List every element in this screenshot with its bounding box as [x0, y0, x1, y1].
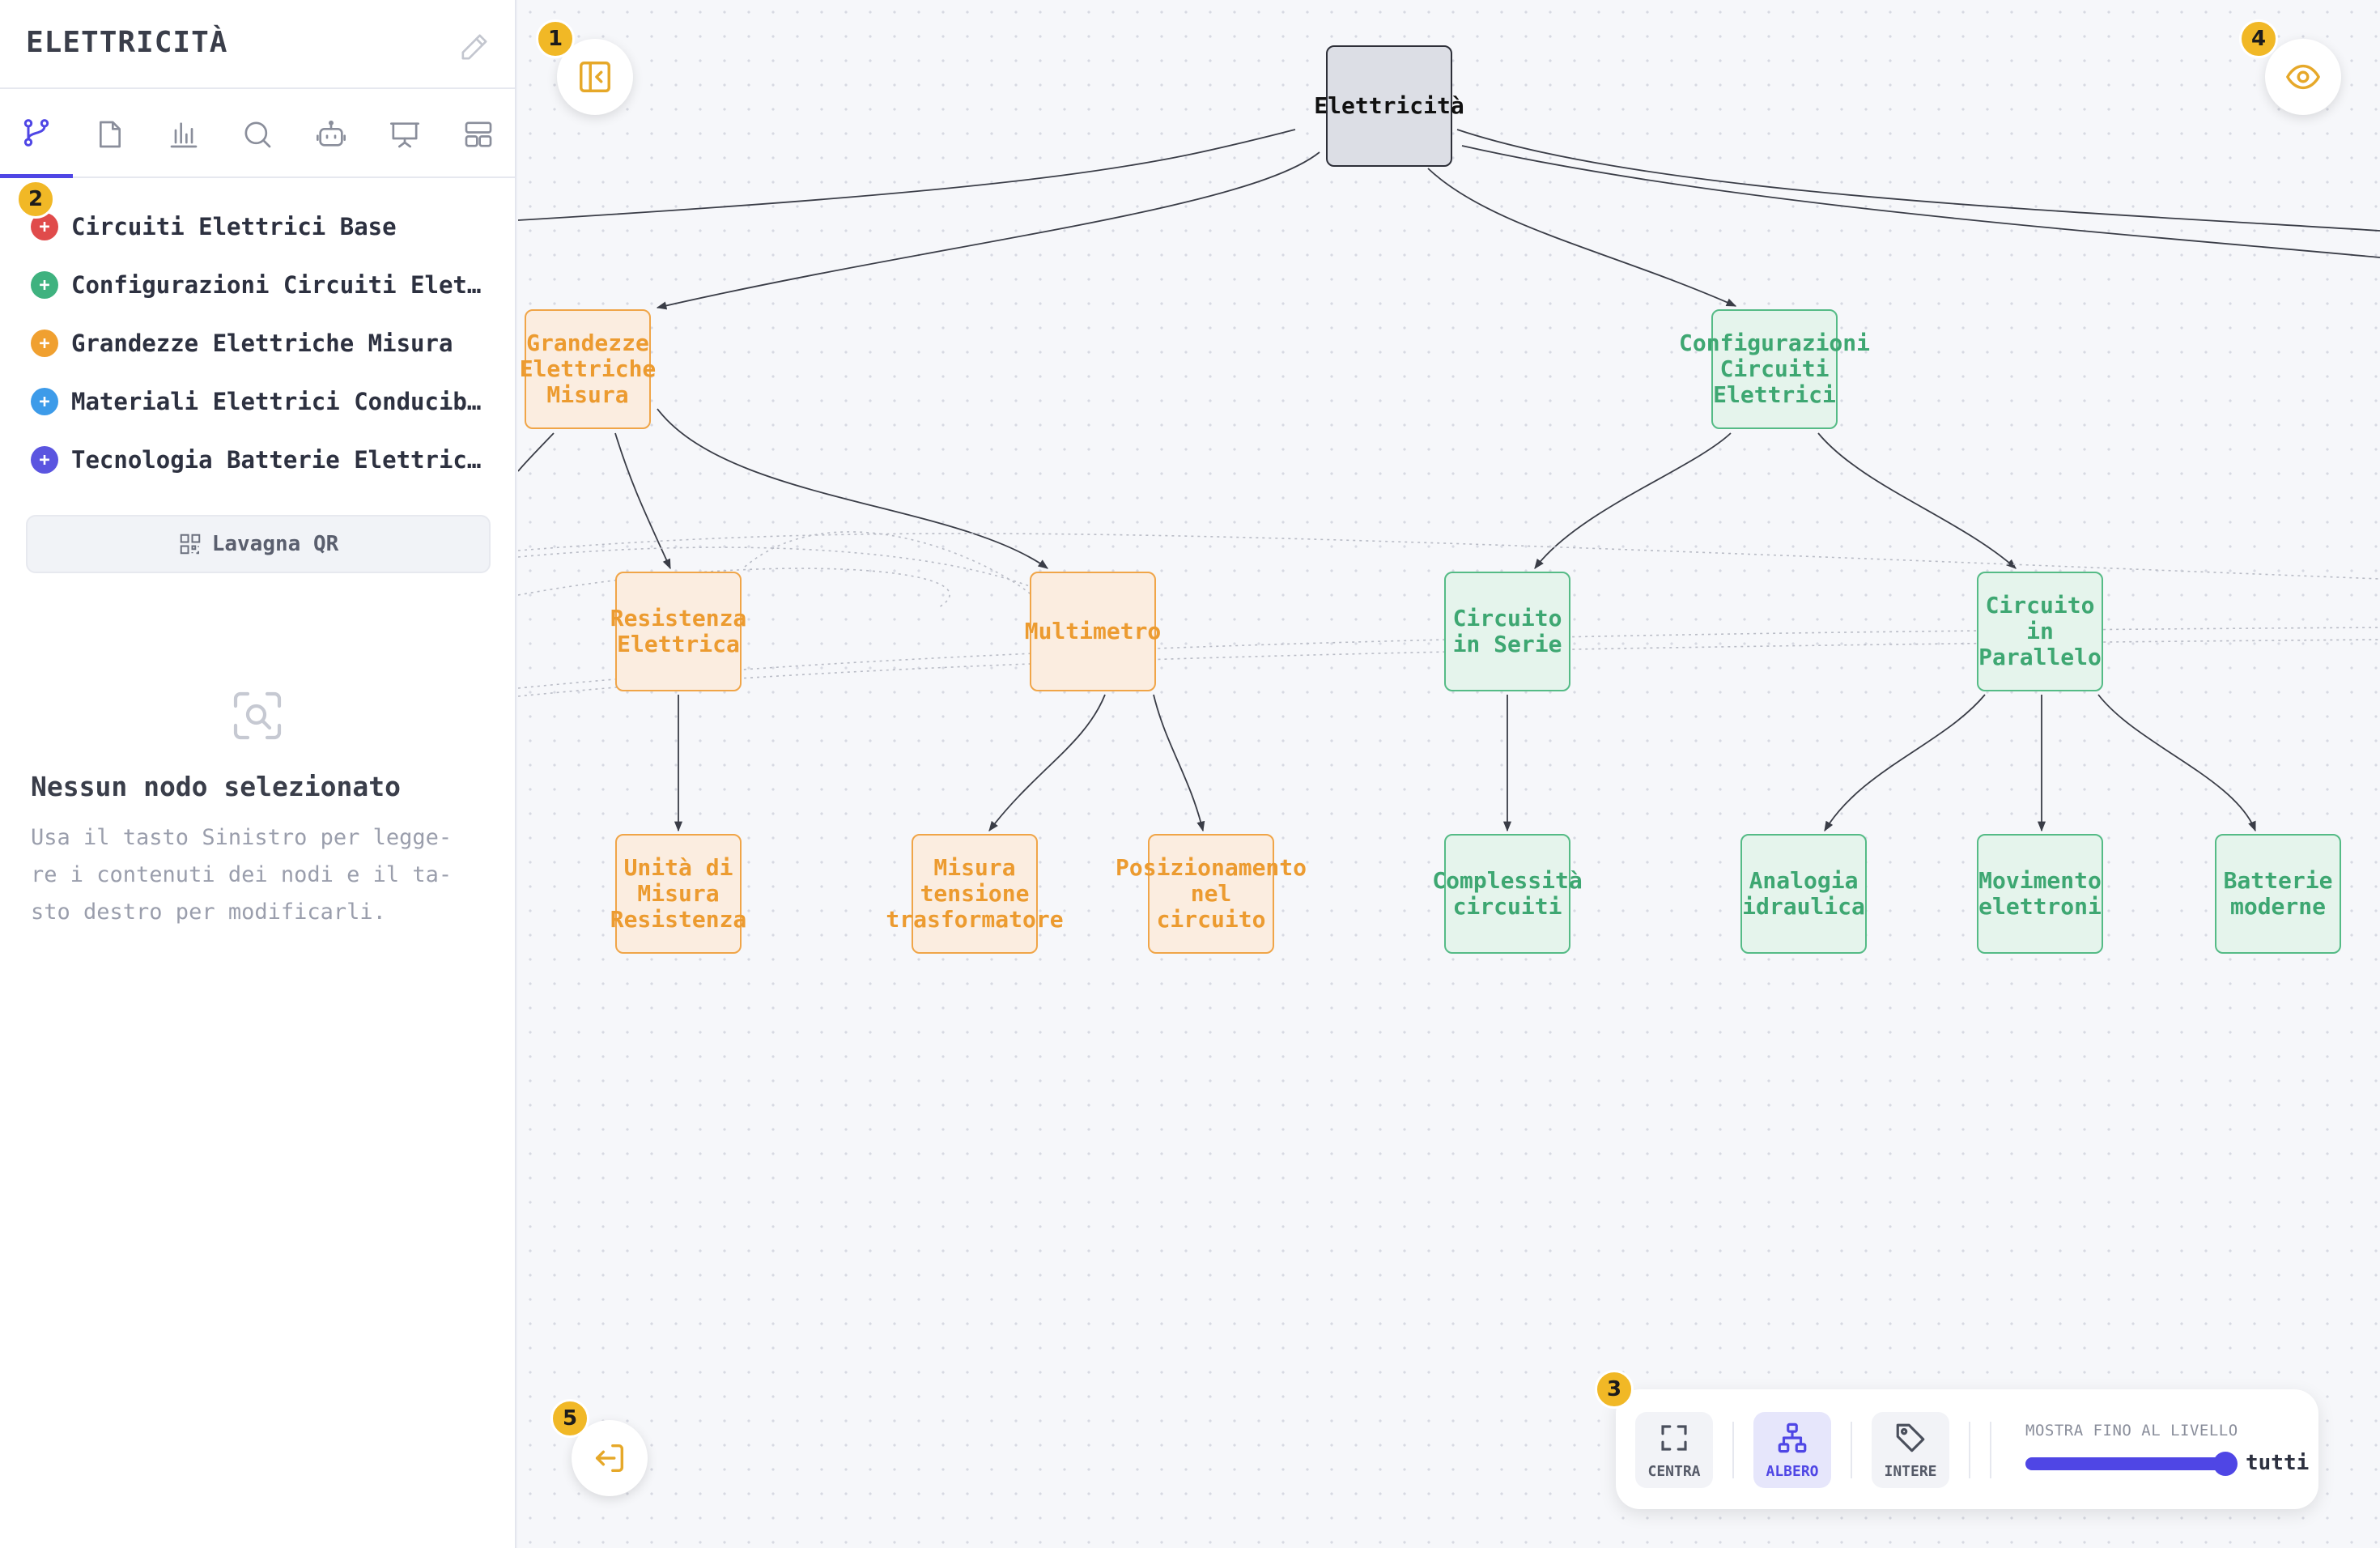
fullscreen-icon — [1661, 1424, 1687, 1451]
node-posizionamento[interactable]: Posizionamento nel circuito — [1116, 834, 1307, 954]
edit-title-icon[interactable] — [458, 31, 491, 63]
branch-label: Circuiti Elettrici Base — [71, 213, 397, 240]
edge — [657, 408, 1049, 569]
tag-icon — [1896, 1423, 1925, 1452]
node-grandezze[interactable]: Grandezze Elettriche Misura — [520, 309, 656, 429]
node-parallelo[interactable]: Circuito in Parallelo — [1977, 572, 2103, 691]
node-misura-tensione[interactable]: Misura tensione trasformatore — [886, 834, 1064, 954]
exit-icon — [595, 1444, 624, 1473]
empty-state-title: Nessun nodo selezionato — [31, 771, 401, 802]
empty-search-icon — [228, 687, 287, 745]
map-edges — [518, 129, 2380, 832]
branch-label: Grandezze Elettriche Misura — [71, 330, 453, 357]
toolbar-divider — [1851, 1422, 1852, 1478]
qr-board-label: Lavagna QR — [211, 532, 339, 556]
branch-item[interactable]: + Grandezze Elettriche Misura — [31, 319, 492, 368]
tags-label: INTERE — [1884, 1462, 1937, 1480]
layout-icon — [465, 121, 492, 147]
edge — [1824, 694, 1986, 832]
toolbar-divider — [1990, 1422, 1991, 1478]
mind-map-canvas[interactable]: Elettricità Grandezze Elettriche Misura … — [518, 0, 2380, 1548]
level-slider-fill — [2025, 1457, 2233, 1470]
tab-presentation[interactable] — [368, 91, 441, 178]
tab-branches[interactable] — [0, 91, 73, 178]
tab-document[interactable] — [74, 91, 147, 178]
map-title: ELETTRICITÀ — [26, 26, 228, 59]
qr-code-icon — [180, 534, 200, 555]
sidebar-tabs — [0, 91, 515, 178]
sidebar: ELETTRICITÀ + Circuiti Elettrici Base + … — [0, 0, 516, 1548]
tree-icon — [1778, 1423, 1807, 1452]
step-badge: 1 — [536, 19, 575, 58]
tab-ai[interactable] — [295, 91, 368, 178]
edge — [1456, 129, 2380, 232]
node-configurazioni[interactable]: Configurazioni Circuiti Elettrici — [1679, 309, 1870, 429]
tags-button[interactable]: INTERE — [1872, 1412, 1949, 1488]
edge — [2097, 694, 2256, 832]
sidebar-header: ELETTRICITÀ — [0, 0, 515, 89]
add-branch-icon[interactable]: + — [31, 330, 58, 357]
branch-label: Materiali Elettrici Conducibilità — [71, 388, 492, 415]
branch-item[interactable]: + Configurazioni Circuiti Elettrici — [31, 261, 492, 309]
add-branch-icon[interactable]: + — [31, 271, 58, 299]
edge — [656, 151, 1320, 310]
level-value: tutti — [2246, 1451, 2310, 1475]
view-mode-button[interactable] — [2265, 39, 2341, 115]
tree-label: ALBERO — [1766, 1462, 1819, 1480]
sidebar-collapse-icon — [580, 62, 610, 92]
add-branch-icon[interactable]: + — [31, 388, 58, 415]
edge — [1427, 168, 1737, 307]
node-resistenza[interactable]: Resistenza Elettrica — [610, 572, 746, 691]
center-label: CENTRA — [1647, 1462, 1701, 1480]
add-branch-icon[interactable]: + — [31, 446, 58, 474]
node-batterie[interactable]: Batterie moderne — [2215, 834, 2341, 954]
level-slider-thumb[interactable] — [2213, 1452, 2238, 1476]
step-badge: 2 — [16, 180, 55, 219]
node-complessita[interactable]: Complessità circuiti — [1432, 834, 1583, 954]
step-badge: 5 — [550, 1399, 589, 1438]
level-slider[interactable] — [2025, 1452, 2238, 1476]
edge — [1534, 432, 1732, 570]
edge — [988, 694, 1106, 832]
branch-icon — [23, 118, 49, 147]
branch-label: Configurazioni Circuiti Elettrici — [71, 271, 492, 299]
cross-link — [744, 531, 1037, 600]
edge — [1817, 432, 2017, 569]
branch-item[interactable]: + Circuiti Elettrici Base — [31, 202, 492, 251]
edge — [1153, 694, 1205, 832]
map-toolbar: CENTRA ALBERO INTERE MOSTRA FINO AL LIVE… — [1616, 1389, 2318, 1509]
presentation-icon — [390, 122, 419, 148]
tab-layout[interactable] — [442, 91, 515, 178]
edge — [518, 432, 555, 472]
robot-icon — [317, 120, 346, 147]
level-label: MOSTRA FINO AL LIVELLO — [2025, 1422, 2238, 1440]
center-button[interactable]: CENTRA — [1635, 1412, 1713, 1488]
node-analogia[interactable]: Analogia idraulica — [1740, 834, 1867, 954]
toolbar-divider — [1732, 1422, 1734, 1478]
toolbar-divider — [1969, 1422, 1970, 1478]
empty-state-text: Usa il tasto Sinistro per legge- re i co… — [31, 825, 453, 925]
search-icon — [244, 121, 271, 148]
step-badge: 3 — [1595, 1370, 1634, 1409]
node-serie[interactable]: Circuito in Serie — [1444, 572, 1570, 691]
tree-layout-button[interactable]: ALBERO — [1753, 1412, 1831, 1488]
node-multimetro[interactable]: Multimetro — [1025, 572, 1161, 691]
eye-icon — [2286, 64, 2320, 90]
node-unita[interactable]: Unità di Misura Resistenza — [610, 834, 746, 954]
edge — [518, 129, 1296, 221]
qr-board-button[interactable]: Lavagna QR — [26, 515, 491, 573]
document-icon — [100, 121, 121, 148]
tab-stats[interactable] — [147, 91, 220, 178]
branch-item[interactable]: + Tecnologia Batterie Elettriche — [31, 436, 492, 484]
step-badge: 4 — [2239, 19, 2278, 58]
branch-label: Tecnologia Batterie Elettriche — [71, 446, 492, 474]
node-movimento[interactable]: Movimento elettroni — [1977, 834, 2103, 954]
branch-item[interactable]: + Materiali Elettrici Conducibilità — [31, 377, 492, 426]
node-root[interactable]: Elettricità — [1314, 45, 1464, 167]
tab-search[interactable] — [221, 91, 294, 178]
bar-chart-icon — [170, 122, 198, 148]
